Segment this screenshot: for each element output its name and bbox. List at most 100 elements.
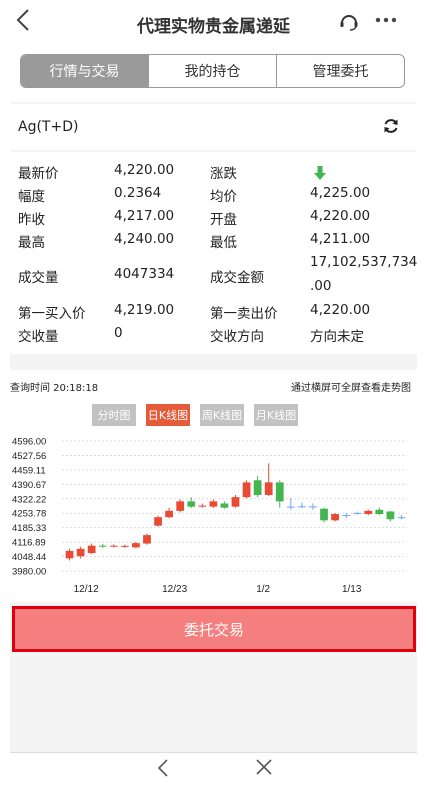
candle-body (375, 509, 384, 515)
change-label: 涨跌 (210, 166, 237, 182)
candle-body (165, 510, 173, 518)
candle-body (253, 480, 262, 496)
candle-body (109, 545, 118, 547)
candle-body (220, 503, 229, 508)
open-label: 开盘 (210, 212, 237, 228)
amplitude-value: 0.2364 (114, 185, 162, 201)
chevron-left-icon (157, 759, 168, 777)
candle-body (320, 508, 328, 521)
candle-body (353, 512, 362, 514)
delivery-direction-label: 交收方向 (210, 329, 264, 345)
candle-body (65, 550, 74, 559)
candle-body (264, 482, 273, 496)
nav-close-button[interactable] (254, 754, 274, 786)
bid-label: 第一买入价 (18, 306, 86, 322)
tab-manage-orders[interactable]: 管理委托 (276, 55, 404, 87)
candle-body (397, 517, 406, 519)
refresh-button[interactable] (382, 117, 400, 135)
tab-bar: 行情与交易 我的持仓 管理委托 (10, 46, 417, 102)
chart-tab-intraday[interactable]: 分时图 (92, 404, 136, 426)
turnover-value-line1: 17,102,537,734 (310, 254, 418, 270)
candle-body (298, 506, 306, 508)
avg-price-value: 4,225.00 (310, 185, 371, 201)
turnover-label: 成交金额 (210, 270, 264, 286)
x-tick-label: 12/23 (162, 584, 187, 595)
ellipsis-icon (375, 17, 397, 23)
turnover-value-line2: .00 (310, 278, 332, 294)
candle-body (275, 482, 284, 502)
ask-label: 第一卖出价 (210, 306, 278, 322)
candle-body (143, 535, 151, 544)
y-tick-label: 4459.11 (12, 465, 46, 476)
x-tick-label: 12/12 (74, 584, 99, 595)
candle-body (331, 514, 339, 521)
candle-body (132, 543, 140, 548)
y-tick-label: 3980.00 (12, 567, 46, 578)
bid-value: 4,219.00 (114, 302, 175, 318)
query-time: 查询时间 20:18:18 (10, 383, 99, 394)
x-tick-label: 1/2 (256, 584, 270, 595)
latest-price-label: 最新价 (18, 166, 59, 182)
high-label: 最高 (18, 235, 45, 251)
quote-panel: 最新价 4,220.00 涨跌 幅度 0.2364 均价 4,225.00 昨收… (10, 152, 417, 354)
high-value: 4,240.00 (114, 231, 175, 247)
chart-panel: 查询时间 20:18:18 通过横屏可全屏查看走势图 分时图 日K线图 周K线图… (10, 370, 417, 602)
place-order-button[interactable]: 委托交易 (12, 606, 416, 652)
candle-body (76, 548, 85, 557)
candle-body (154, 517, 162, 526)
symbol-row: Ag(T+D) (10, 104, 417, 150)
tab-my-positions[interactable]: 我的持仓 (148, 55, 276, 87)
candle-body (209, 501, 218, 507)
chart-type-tabs: 分时图 日K线图 周K线图 月K线图 (92, 404, 298, 426)
candle-body (98, 545, 107, 547)
y-tick-label: 4116.89 (12, 538, 46, 549)
delivery-volume-label: 交收量 (18, 329, 59, 345)
landscape-hint: 通过横屏可全屏查看走势图 (291, 383, 411, 394)
candle-body (120, 545, 129, 547)
candle-body (364, 510, 373, 515)
avg-price-label: 均价 (210, 189, 237, 205)
y-tick-label: 4596.00 (12, 437, 46, 448)
refresh-icon (384, 119, 398, 133)
candle-body (342, 515, 351, 517)
y-tick-label: 4185.33 (12, 523, 46, 534)
headset-icon (340, 15, 358, 31)
candle-body (242, 482, 251, 498)
candlestick-chart[interactable]: 4596.00 4527.56 4459.11 4390.67 4322.22 4253.… (10, 436, 417, 598)
more-button[interactable] (374, 6, 398, 35)
volume-label: 成交量 (18, 270, 59, 286)
y-tick-label: 4527.56 (12, 451, 46, 462)
chart-tab-monthly-k[interactable]: 月K线图 (254, 404, 298, 426)
header: 代理实物贵金属递延 (10, 0, 417, 46)
ask-value: 4,220.00 (310, 302, 371, 318)
bottom-nav (10, 752, 417, 787)
y-tick-label: 4322.22 (12, 494, 46, 505)
open-value: 4,220.00 (310, 208, 371, 224)
candle-body (187, 501, 196, 507)
y-tick-label: 4253.78 (12, 509, 46, 520)
delivery-direction-value: 方向未定 (310, 329, 364, 345)
close-icon (256, 759, 272, 775)
prev-close-label: 昨收 (18, 212, 45, 228)
tab-market-trade[interactable]: 行情与交易 (21, 55, 148, 87)
candle-body (87, 545, 96, 554)
nav-back-button[interactable] (156, 755, 170, 787)
low-value: 4,211.00 (310, 231, 371, 247)
customer-service-button[interactable] (338, 10, 360, 32)
amplitude-label: 幅度 (18, 189, 45, 205)
prev-close-value: 4,217.00 (114, 208, 175, 224)
app-screen: 代理实物贵金属递延 行情与交易 我的持仓 管理委托 Ag(T+D) 最新价 4,… (10, 0, 417, 787)
candle-body (286, 506, 295, 508)
y-tick-label: 4048.44 (12, 552, 46, 563)
candle-body (309, 506, 317, 508)
candle-body (198, 505, 207, 507)
candle-body (386, 511, 395, 520)
chart-tab-weekly-k[interactable]: 周K线图 (200, 404, 244, 426)
latest-price-value: 4,220.00 (114, 162, 175, 178)
volume-value: 4047334 (114, 266, 175, 282)
delivery-volume-value: 0 (114, 325, 123, 341)
low-label: 最低 (210, 235, 237, 251)
y-tick-label: 4390.67 (12, 480, 46, 491)
chart-tab-daily-k[interactable]: 日K线图 (146, 404, 190, 426)
symbol-name: Ag(T+D) (18, 119, 79, 135)
